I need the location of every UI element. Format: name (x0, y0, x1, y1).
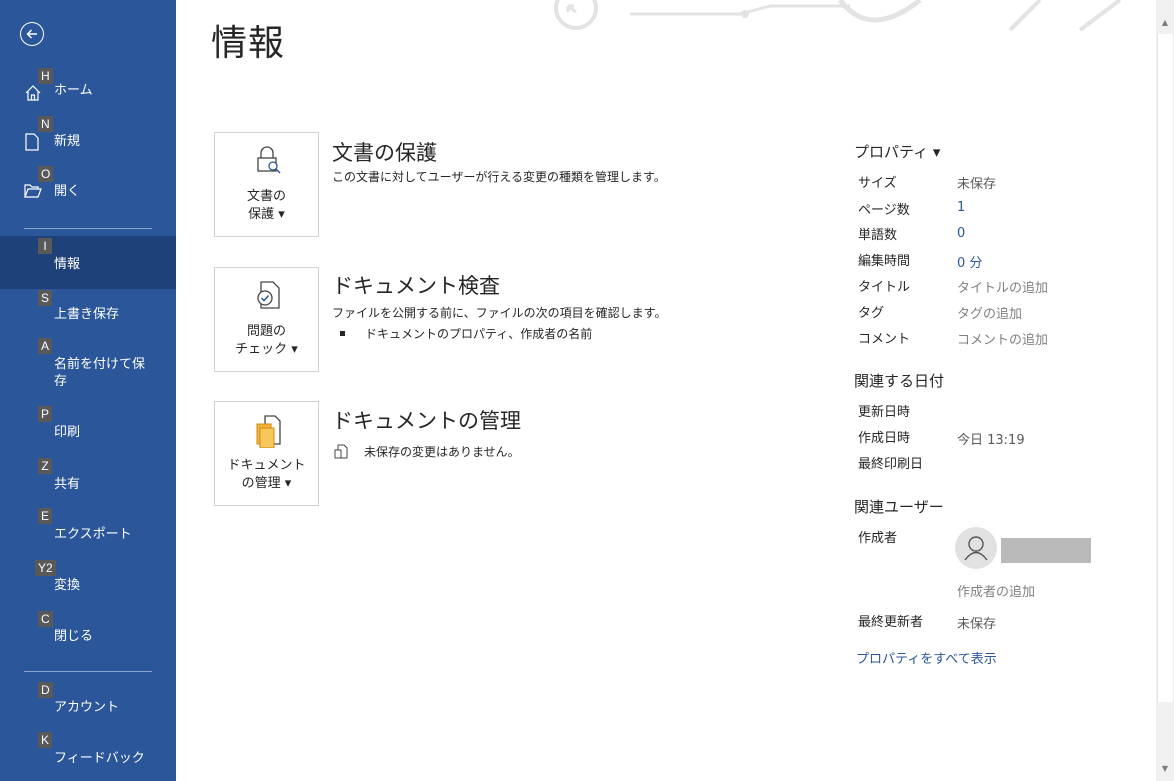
inspect-document-description: ファイルを公開する前に、ファイルの次の項目を確認します。 (332, 306, 667, 320)
sidebar-item-label: 新規 (54, 134, 81, 149)
prop-key: 作成日時 (858, 431, 911, 446)
sidebar-item-transform[interactable]: Y2 変換 (0, 559, 176, 605)
keytip-badge: A (38, 338, 53, 354)
manage-document-icon (256, 415, 281, 448)
related-dates-heading: 関連する日付 (854, 372, 945, 390)
sidebar-item-label: 閉じる (54, 629, 94, 644)
prop-key: 編集時間 (858, 254, 911, 269)
sidebar-item-label: 変換 (54, 578, 81, 593)
sidebar-item-save-as[interactable]: A 名前を付けて保 存 (0, 338, 176, 406)
prop-key: 最終更新者 (858, 615, 924, 630)
prop-key: 更新日時 (858, 405, 911, 420)
keytip-badge: I (38, 238, 52, 254)
prop-key: 単語数 (858, 228, 898, 243)
prop-value: 未保存 (957, 617, 997, 632)
prop-key: 作成者 (858, 531, 898, 546)
prop-key: タイトル (858, 280, 911, 295)
lock-icon (257, 146, 281, 174)
protect-document-description: この文書に対してユーザーが行える変更の種類を管理します。 (332, 170, 666, 184)
home-icon (25, 85, 41, 101)
manage-document-description: 未保存の変更はありません。 (364, 445, 520, 459)
sidebar-item-save[interactable]: S 上書き保存 (0, 289, 176, 335)
manage-document-button[interactable]: ドキュメント の管理 ▾ (214, 401, 319, 506)
prop-key: タグ (858, 306, 885, 321)
prop-value: 未保存 (957, 177, 997, 192)
keytip-badge: C (38, 611, 53, 627)
prop-key: サイズ (858, 176, 897, 191)
protect-document-button[interactable]: 文書の 保護 ▾ (214, 132, 319, 237)
tile-label: ドキュメント の管理 ▾ (227, 458, 306, 491)
unsaved-changes-icon (334, 444, 348, 459)
prop-value: 0 分 (957, 256, 983, 271)
prop-key: コメント (858, 332, 911, 347)
sidebar-divider (24, 671, 152, 672)
keytip-badge: Z (38, 458, 52, 474)
keytip-badge: N (38, 116, 53, 132)
keytip-badge: S (38, 290, 53, 306)
title-field[interactable]: タイトルの追加 (957, 277, 1048, 296)
sidebar-item-close[interactable]: C 閉じる (0, 609, 176, 655)
sidebar-item-share[interactable]: Z 共有 (0, 456, 176, 502)
person-icon (964, 536, 988, 561)
tags-field[interactable]: タグの追加 (957, 303, 1022, 322)
author-name-redacted (1001, 538, 1091, 563)
prop-key: ページ数 (858, 203, 910, 218)
tile-label: 文書の 保護 ▾ (246, 189, 286, 222)
sidebar-item-label: 情報 (54, 257, 81, 272)
manage-document-title: ドキュメントの管理 (332, 409, 521, 433)
inspect-bullet-item: ドキュメントのプロパティ、作成者の名前 (340, 325, 592, 342)
comments-field[interactable]: コメントの追加 (957, 329, 1048, 348)
keytip-badge: H (38, 68, 53, 84)
keytip-badge: E (38, 508, 53, 524)
sidebar-item-label: 上書き保存 (54, 307, 120, 322)
prop-value: 0 (957, 226, 966, 241)
sidebar-item-label: アカウント (54, 700, 120, 715)
sidebar-item-label: フィードバック (54, 751, 145, 766)
open-folder-icon (24, 184, 42, 198)
add-author-field[interactable]: 作成者の追加 (957, 581, 1035, 600)
sidebar-divider (24, 228, 152, 229)
sidebar-item-feedback[interactable]: K フィードバック (0, 730, 176, 776)
keytip-badge: P (38, 406, 53, 422)
back-arrow-icon (26, 29, 37, 39)
prop-value: 1 (957, 200, 966, 215)
inspect-document-icon (257, 281, 280, 309)
back-button[interactable] (20, 22, 44, 46)
keytip-badge: D (38, 682, 53, 698)
scroll-down-arrow-icon[interactable]: ▼ (1160, 764, 1170, 774)
sidebar-item-export[interactable]: E エクスポート (0, 508, 176, 554)
scrollbar-thumb[interactable] (1157, 34, 1173, 702)
sidebar-item-info[interactable]: I 情報 (0, 236, 176, 289)
page-title: 情報 (211, 23, 286, 64)
show-all-properties-link[interactable]: プロパティをすべて表示 (856, 648, 997, 667)
keytip-badge: K (38, 732, 53, 748)
sidebar-item-new[interactable]: N 新規 (0, 116, 176, 162)
check-issues-button[interactable]: 問題の チェック ▾ (214, 267, 319, 372)
keytip-badge: O (38, 166, 54, 182)
backstage-sidebar: H ホーム N 新規 O 開く I 情報 S 上書き保存 A 名前を付けて保 存… (0, 0, 176, 781)
sidebar-item-label: 名前を付けて保 存 (54, 357, 146, 389)
avatar (955, 527, 997, 569)
keytip-badge: Y2 (35, 560, 56, 576)
sidebar-item-label: エクスポート (54, 527, 132, 542)
sidebar-item-label: ホーム (54, 83, 93, 98)
related-people-heading: 関連ユーザー (854, 498, 944, 516)
sidebar-item-label: 印刷 (54, 425, 81, 440)
header-decoration (554, 0, 1122, 32)
sidebar-item-account[interactable]: D アカウント (0, 680, 176, 726)
new-document-icon (25, 133, 39, 151)
prop-key: 最終印刷日 (858, 457, 924, 472)
protect-document-title: 文書の保護 (332, 141, 437, 165)
scroll-up-arrow-icon[interactable]: ▲ (1160, 18, 1170, 28)
sidebar-item-home[interactable]: H ホーム (0, 66, 176, 112)
prop-value: 今日 13:19 (957, 433, 1025, 448)
sidebar-item-print[interactable]: P 印刷 (0, 406, 176, 452)
inspect-document-title: ドキュメント検査 (332, 274, 500, 298)
sidebar-item-label: 共有 (54, 477, 81, 492)
sidebar-item-open[interactable]: O 開く (0, 166, 176, 212)
tile-label: 問題の チェック ▾ (235, 324, 298, 357)
properties-dropdown[interactable]: プロパティ ▾ (854, 141, 940, 162)
sidebar-item-label: 開く (54, 184, 81, 199)
